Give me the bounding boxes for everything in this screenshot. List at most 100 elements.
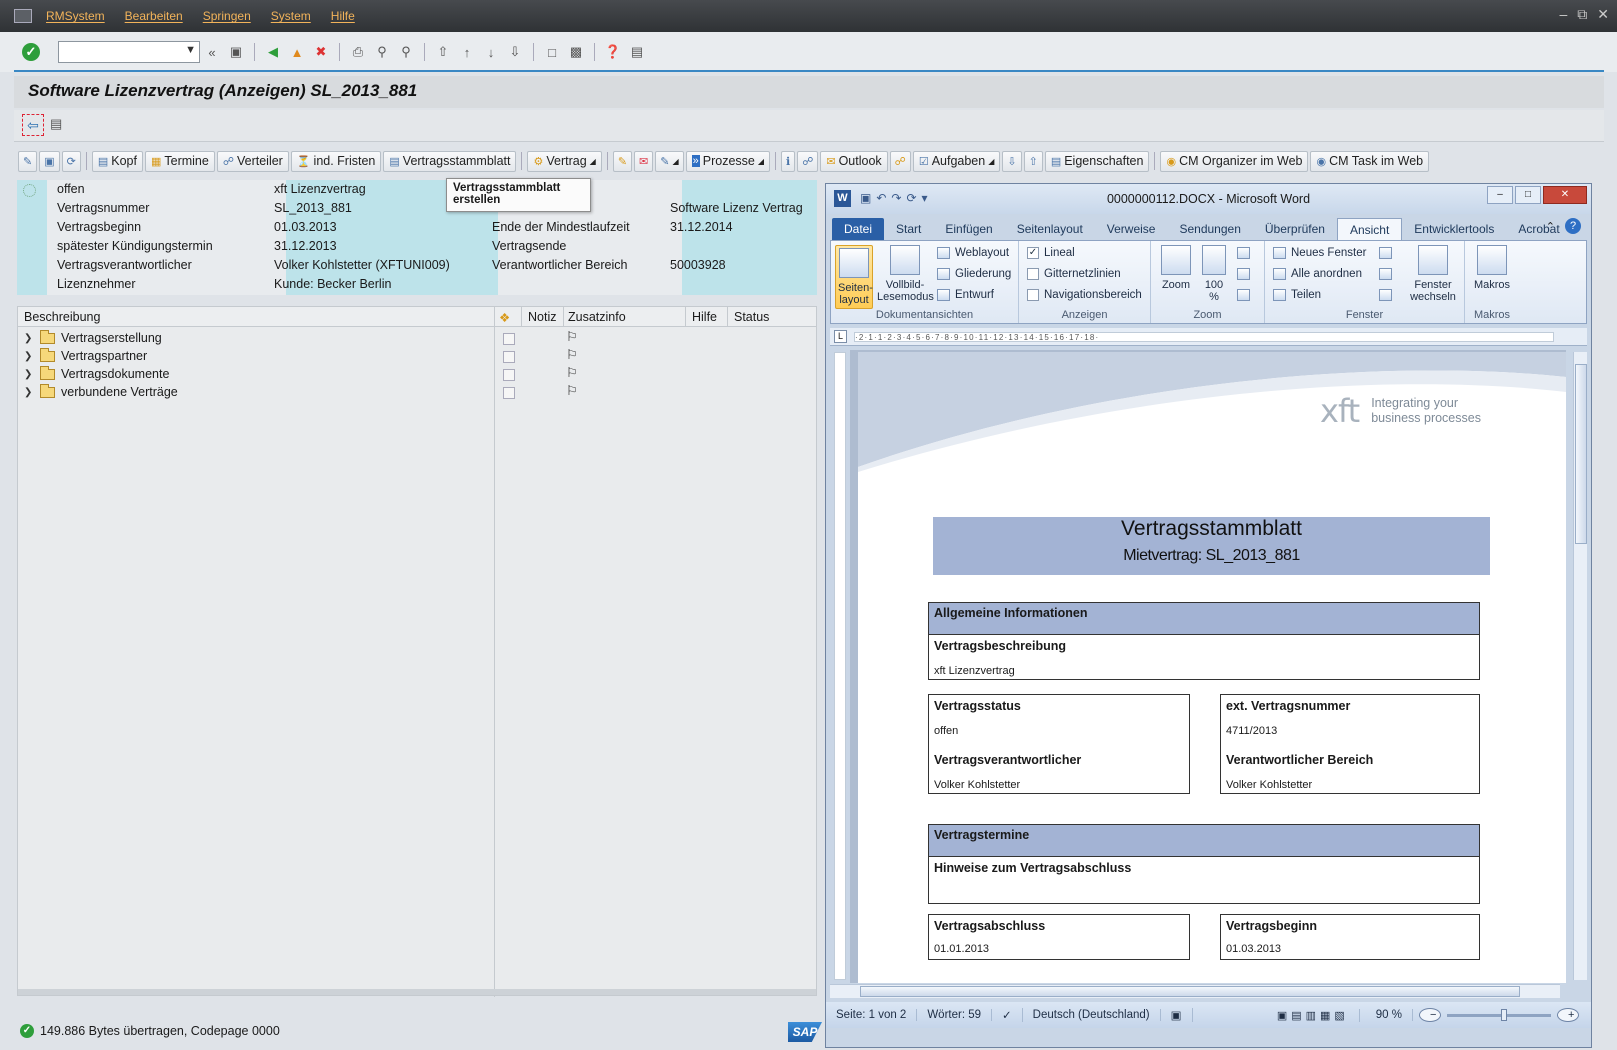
fristen-button[interactable]: ⏳ ind. Fristen	[290, 150, 382, 172]
alle-anordnen-button[interactable]: Alle anordnen	[1273, 268, 1362, 280]
menu-hilfe[interactable]: Hilfe	[331, 9, 355, 23]
teilen-button[interactable]: Teilen	[1273, 289, 1321, 301]
eigenschaften-button[interactable]: ▤ Eigenschaften	[1044, 150, 1150, 172]
document-page[interactable]: xft Integrating your business processes V…	[858, 352, 1566, 983]
col-status[interactable]: Status	[734, 310, 769, 324]
horizontal-scrollbar[interactable]	[830, 984, 1560, 998]
help-icon[interactable]: ?	[1565, 218, 1581, 234]
back-arrow-icon[interactable]: ⇦	[22, 114, 44, 136]
zoom-slider-knob[interactable]	[1501, 1008, 1507, 1021]
makros-button[interactable]: Makros	[1471, 245, 1513, 291]
tab-ansicht[interactable]: Ansicht	[1336, 218, 1403, 240]
help-icon[interactable]: ❓	[604, 43, 622, 61]
save-icon[interactable]: ▣	[227, 43, 245, 61]
fenster-wechseln-button[interactable]: Fenster wechseln	[1405, 245, 1461, 303]
minimize-icon[interactable]: –	[1487, 186, 1513, 204]
proofing-icon[interactable]: ✓	[992, 1008, 1023, 1022]
cm-organizer-button[interactable]: ◉ CM Organizer im Web	[1160, 150, 1309, 172]
collapse-icon[interactable]: «	[203, 43, 221, 61]
menu-springen[interactable]: Springen	[203, 9, 251, 23]
tab-verweise[interactable]: Verweise	[1095, 218, 1168, 240]
flag-icon[interactable]: ⚐	[566, 329, 578, 345]
page-width-button[interactable]	[1237, 289, 1250, 301]
menu-bearbeiten[interactable]: Bearbeiten	[125, 9, 183, 23]
command-field[interactable]: ▼	[58, 41, 200, 63]
gliederung-button[interactable]: Gliederung	[937, 268, 1011, 280]
side-by-side-button[interactable]	[1379, 247, 1392, 259]
col-beschreibung[interactable]: Beschreibung	[24, 310, 100, 324]
previous-page-icon[interactable]: ↑	[458, 43, 476, 61]
navigationsbereich-checkbox[interactable]: Navigationsbereich	[1027, 289, 1142, 301]
flag-icon[interactable]: ⚐	[566, 347, 578, 363]
sort-icon[interactable]: ❖	[499, 310, 510, 325]
flag-icon[interactable]: ⚐	[566, 383, 578, 399]
expand-button[interactable]: ⇩	[1002, 150, 1022, 172]
print-icon[interactable]: ⎙	[349, 43, 367, 61]
tree-node[interactable]: ❯ Vertragspartner	[24, 347, 147, 365]
close-icon[interactable]: ✕	[1597, 6, 1609, 23]
flag-icon[interactable]: ⚐	[566, 365, 578, 381]
close-icon[interactable]: ✕	[1543, 186, 1587, 204]
expand-arrow-icon[interactable]: ❯	[24, 369, 36, 380]
tasks-icon-button[interactable]: ☍	[889, 150, 911, 172]
tree-node[interactable]: ❯ Vertragserstellung	[24, 329, 162, 347]
new-session-icon[interactable]: □	[543, 43, 561, 61]
maximize-icon[interactable]: □	[1515, 186, 1541, 204]
one-page-button[interactable]	[1237, 247, 1250, 259]
tree-node[interactable]: ❯ verbundene Verträge	[24, 383, 178, 401]
neues-fenster-button[interactable]: Neues Fenster	[1273, 247, 1366, 259]
info-button[interactable]: ℹ	[781, 150, 796, 172]
edit-toggle-button[interactable]: ✎	[18, 150, 38, 172]
vertical-scrollbar[interactable]	[1573, 352, 1587, 980]
verteiler-button[interactable]: ☍ Verteiler	[216, 150, 289, 172]
macro-record-icon[interactable]: ▣	[1161, 1008, 1193, 1022]
shortcut-icon[interactable]: ▩	[567, 43, 585, 61]
menu-system[interactable]: System	[271, 9, 311, 23]
list-icon[interactable]: ▤	[50, 116, 62, 132]
find-icon[interactable]: ⚲	[373, 43, 391, 61]
two-pages-button[interactable]	[1237, 268, 1250, 280]
zoom-button[interactable]: Zoom	[1159, 245, 1193, 291]
note-checkbox[interactable]	[503, 333, 515, 345]
view-buttons-icon[interactable]: ▣▤▥▦▧	[1267, 1008, 1360, 1022]
find-next-icon[interactable]: ⚲	[397, 43, 415, 61]
zoom-slider[interactable]	[1447, 1008, 1551, 1021]
tab-sendungen[interactable]: Sendungen	[1167, 218, 1252, 240]
col-notiz[interactable]: Notiz	[528, 310, 556, 324]
word-count[interactable]: Wörter: 59	[917, 1009, 993, 1021]
tab-einfuegen[interactable]: Einfügen	[933, 218, 1004, 240]
expand-arrow-icon[interactable]: ❯	[24, 387, 36, 398]
tab-start[interactable]: Start	[884, 218, 933, 240]
workflow-button[interactable]: ✎ ◢	[655, 150, 684, 172]
layout-icon[interactable]: ▤	[628, 43, 646, 61]
reset-window-button[interactable]	[1379, 289, 1392, 301]
zoom-100-button[interactable]: 100 %	[1199, 245, 1229, 303]
note-button[interactable]: ✎	[612, 150, 633, 172]
seitenlayout-button[interactable]: Seiten- layout	[835, 245, 873, 309]
gitternetzlinien-checkbox[interactable]: Gitternetzlinien	[1027, 268, 1121, 280]
vertragsstammblatt-button[interactable]: ▤ Vertragsstammblatt	[383, 150, 517, 172]
tab-datei[interactable]: Datei	[832, 218, 885, 240]
weblayout-button[interactable]: Weblayout	[937, 247, 1009, 259]
entwurf-button[interactable]: Entwurf	[937, 289, 994, 301]
chevron-down-icon[interactable]: ▼	[185, 44, 196, 56]
exit-icon[interactable]: ▲	[288, 43, 306, 61]
note-checkbox[interactable]	[503, 369, 515, 381]
save-button[interactable]: ▣	[39, 150, 60, 172]
page-count[interactable]: Seite: 1 von 2	[826, 1009, 918, 1021]
note-checkbox[interactable]	[503, 387, 515, 399]
note-checkbox[interactable]	[503, 351, 515, 363]
tab-entwicklertools[interactable]: Entwicklertools	[1402, 218, 1506, 240]
collapse-button[interactable]: ⇧	[1023, 150, 1043, 172]
sap-menu-icon[interactable]	[14, 9, 32, 23]
zoom-in-icon[interactable]: +	[1557, 1008, 1579, 1022]
sync-scroll-button[interactable]	[1379, 268, 1392, 280]
horizontal-ruler[interactable]: L ·2·1·1·2·3·4·5·6·7·8·9·10·11·12·13·14·…	[830, 328, 1587, 346]
lineal-checkbox[interactable]: ✓ Lineal	[1027, 247, 1075, 259]
expand-arrow-icon[interactable]: ❯	[24, 333, 36, 344]
tab-selector-icon[interactable]: L	[834, 330, 847, 343]
menu-rmsystem[interactable]: RMSystem	[46, 9, 105, 23]
termine-button[interactable]: ▦ Termine	[144, 150, 215, 172]
refresh-button[interactable]: ⟳	[61, 150, 81, 172]
vertical-ruler[interactable]	[834, 352, 846, 980]
